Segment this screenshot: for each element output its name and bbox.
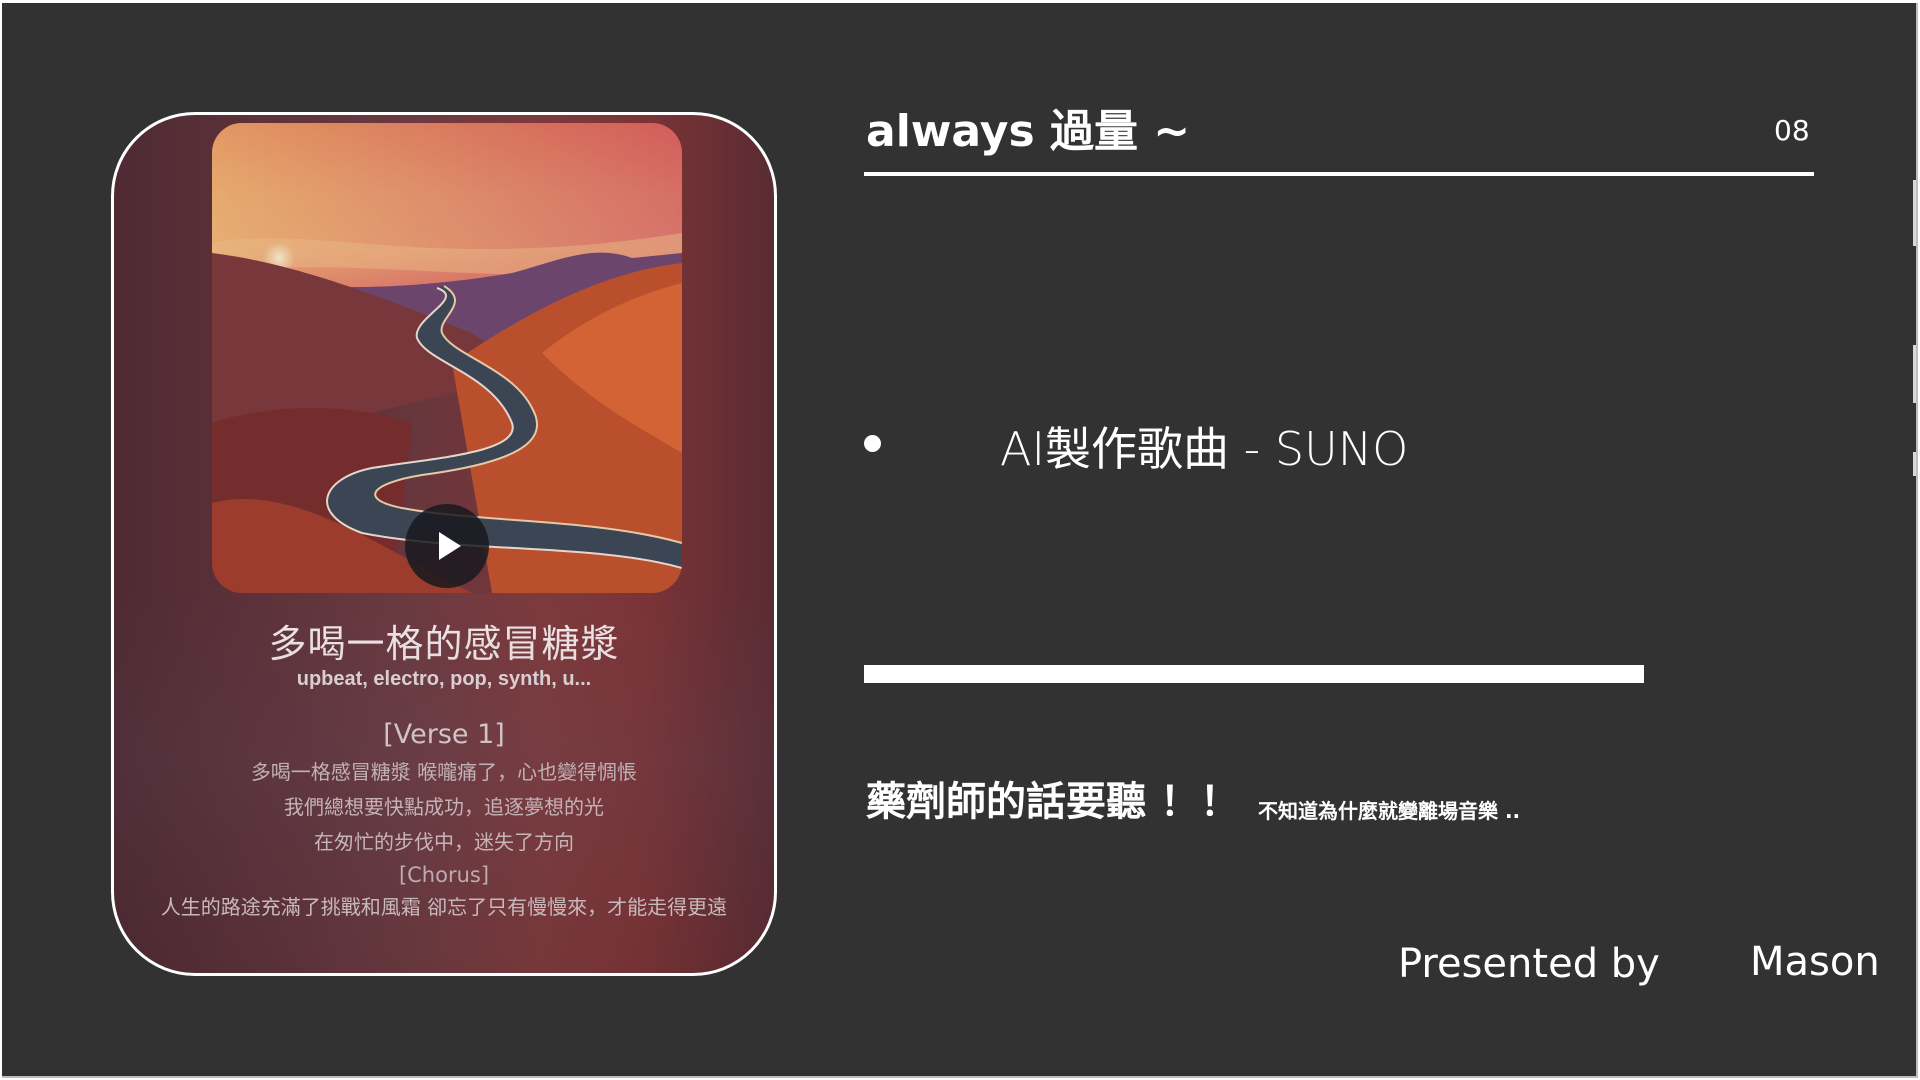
slide-title: always 過量 ~	[866, 106, 1191, 157]
lyric-line: 我們總想要快點成功，追逐夢想的光	[284, 795, 604, 819]
lyric-line: 在匆忙的步伐中，迷失了方向	[314, 830, 574, 854]
song-tags: upbeat, electro, pop, synth, u...	[296, 668, 592, 690]
play-button[interactable]	[405, 504, 489, 588]
presented-by-label: Presented by	[1398, 941, 1660, 987]
slide: 多喝一格的感冒糖漿 upbeat, electro, pop, synth, u…	[2, 3, 1918, 1078]
headline: 藥劑師的話要聽 ！！	[866, 779, 1240, 825]
edge-marker	[1913, 345, 1916, 403]
play-icon	[439, 532, 461, 560]
bullet-icon	[864, 435, 881, 452]
verse-label: [Verse 1]	[383, 719, 505, 750]
edge-marker	[1913, 452, 1916, 476]
lyrics: [Verse 1] 多喝一格感冒糖漿 喉嚨痛了，心也變得惆悵 我們總想要快點成功…	[114, 715, 774, 925]
edge-marker	[1913, 180, 1916, 246]
subnote: 不知道為什麼就變離場音樂 ..	[1258, 799, 1521, 823]
song-card[interactable]: 多喝一格的感冒糖漿 upbeat, electro, pop, synth, u…	[111, 112, 777, 976]
title-divider	[864, 172, 1814, 176]
slide-number: 08	[1774, 114, 1810, 147]
presenter-name: Mason	[1750, 939, 1880, 985]
chorus-label: [Chorus]	[398, 863, 490, 887]
song-title: 多喝一格的感冒糖漿	[268, 622, 620, 666]
progress-bar	[864, 665, 1644, 683]
bullet-text: AI製作歌曲 - SUNO	[1000, 422, 1409, 476]
lyric-line: 人生的路途充滿了挑戰和風霜 卻忘了只有慢慢來，才能走得更遠	[160, 895, 728, 919]
progress-fill	[864, 665, 1644, 683]
lyric-line: 多喝一格感冒糖漿 喉嚨痛了，心也變得惆悵	[250, 760, 638, 784]
